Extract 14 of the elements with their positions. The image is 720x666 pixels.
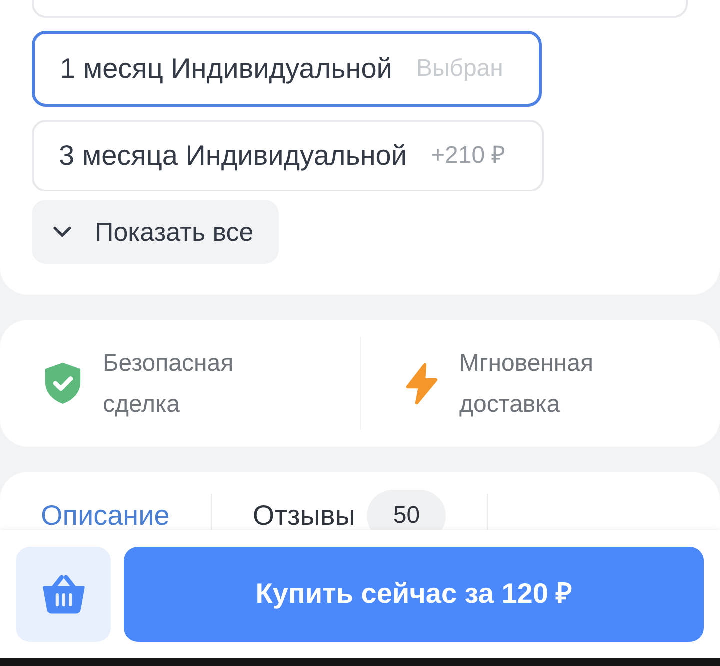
lightning-bolt-icon (406, 360, 438, 406)
feature-label: Безопасная сделка (103, 348, 235, 420)
price-note: +210 ₽ (431, 144, 506, 168)
option-label: 1 месяц Индивидуальной (60, 55, 392, 83)
feature-label: Мгновенная доставка (460, 348, 595, 420)
chevron-down-icon (53, 226, 72, 238)
tab[interactable]: Описание (41, 502, 170, 530)
cart-button[interactable] (16, 546, 111, 642)
shield-check-icon (45, 363, 81, 404)
basket-icon (42, 574, 86, 614)
show-all-button[interactable]: Показать все (32, 200, 279, 264)
option-label: 3 месяца Индивидуальной (59, 142, 408, 170)
count-badge: 50 (367, 490, 446, 530)
option-row[interactable]: 3 месяца Индивидуальной +210 ₽ (32, 120, 544, 191)
